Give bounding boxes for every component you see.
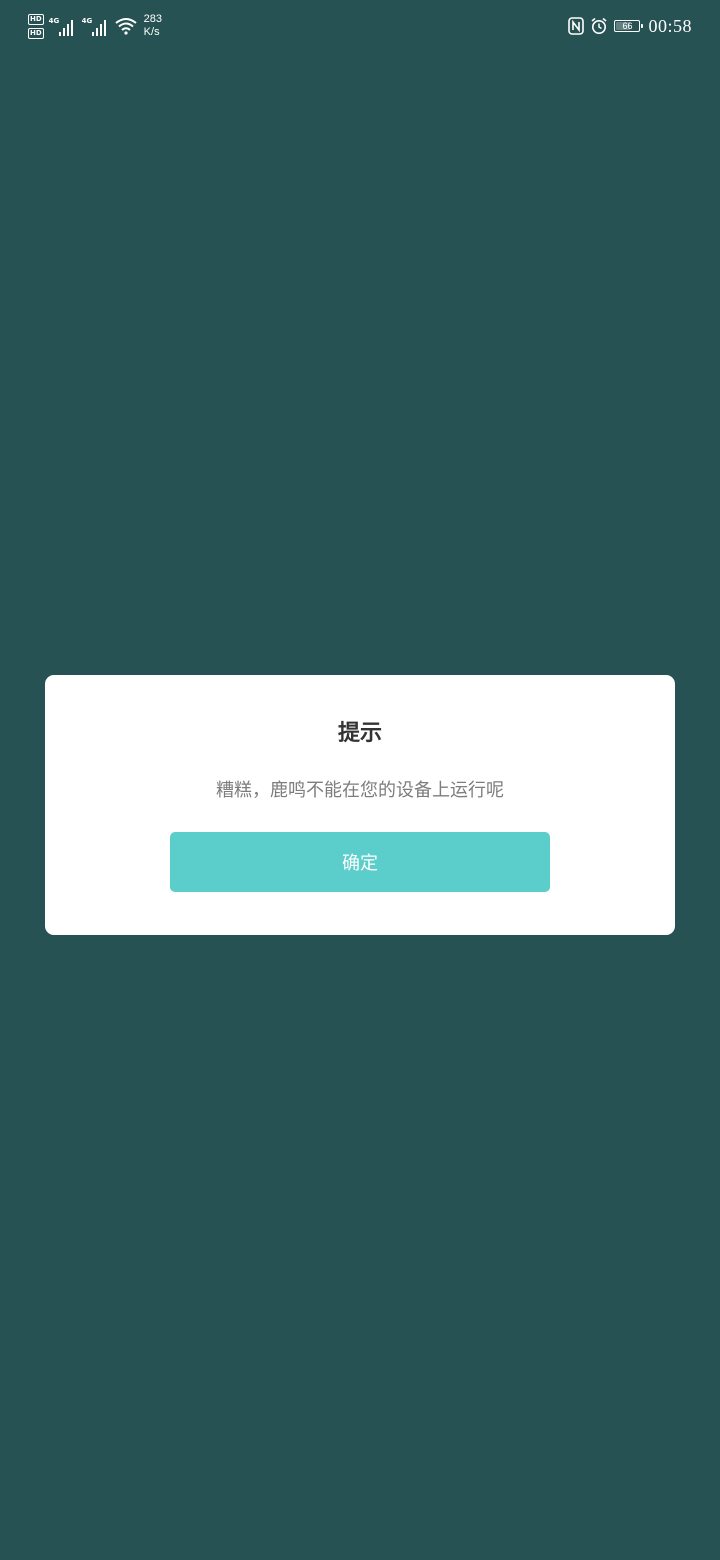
hd-indicators: HD HD <box>28 13 44 39</box>
signal-icon: 4G <box>82 15 110 37</box>
hd-icon: HD <box>28 27 44 39</box>
alert-dialog: 提示 糟糕，鹿鸣不能在您的设备上运行呢 确定 <box>45 675 675 935</box>
battery-icon: 66 <box>614 20 644 32</box>
battery-level: 66 <box>622 20 633 31</box>
status-bar-right: 66 00:58 <box>568 13 692 39</box>
nfc-icon <box>568 17 585 35</box>
confirm-button[interactable]: 确定 <box>170 832 550 892</box>
alarm-icon <box>591 17 607 34</box>
dialog-title: 提示 <box>337 720 382 746</box>
network-speed-value: 283 <box>143 13 163 25</box>
status-bar-left: HD HD 4G 4G 283 K/s <box>28 11 162 41</box>
network-speed: 283 K/s <box>144 13 162 39</box>
signal-icon: 4G <box>49 15 77 37</box>
network-type-label: 4G <box>81 17 93 25</box>
hd-icon: HD <box>28 13 44 25</box>
status-clock: 00:58 <box>648 15 692 36</box>
dialog-message: 糟糕，鹿鸣不能在您的设备上运行呢 <box>216 780 504 801</box>
network-type-label: 4G <box>48 17 60 25</box>
network-speed-unit: K/s <box>143 26 160 38</box>
status-bar: HD HD 4G 4G 283 K/s 66 00:58 <box>0 0 720 52</box>
wifi-icon <box>115 18 137 35</box>
